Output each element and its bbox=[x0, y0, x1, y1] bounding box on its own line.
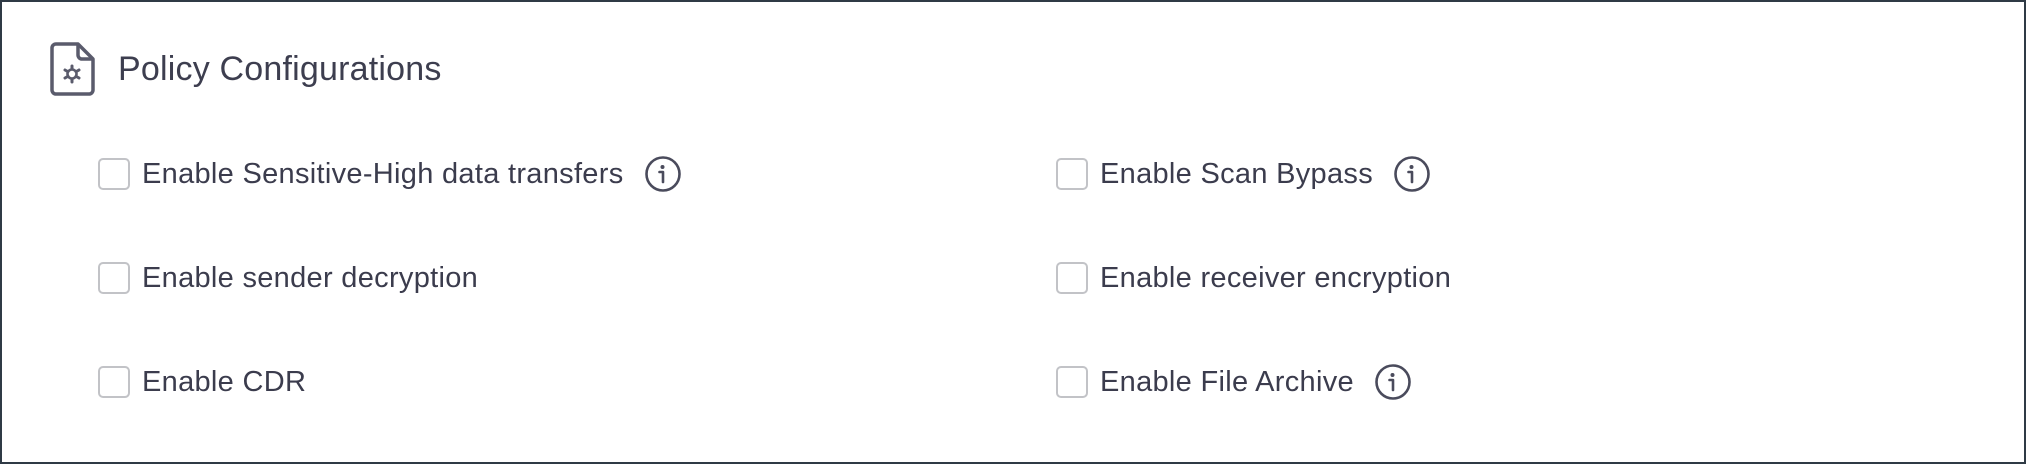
option-scan-bypass: Enable Scan Bypass bbox=[1056, 154, 1431, 194]
cdr-label[interactable]: Enable CDR bbox=[142, 366, 306, 399]
info-icon[interactable] bbox=[1393, 155, 1431, 193]
policy-configurations-panel: Policy Configurations Enable Sensitive-H… bbox=[0, 0, 2026, 464]
file-archive-label[interactable]: Enable File Archive bbox=[1100, 366, 1354, 399]
info-icon[interactable] bbox=[1374, 363, 1412, 401]
option-sensitive-high-transfers: Enable Sensitive-High data transfers bbox=[98, 154, 682, 194]
option-sender-decryption: Enable sender decryption bbox=[98, 258, 478, 298]
page-title: Policy Configurations bbox=[118, 49, 442, 88]
cdr-checkbox[interactable] bbox=[98, 366, 130, 398]
sender-decryption-checkbox[interactable] bbox=[98, 262, 130, 294]
receiver-encryption-label[interactable]: Enable receiver encryption bbox=[1100, 262, 1451, 295]
scan-bypass-checkbox[interactable] bbox=[1056, 158, 1088, 190]
file-archive-checkbox[interactable] bbox=[1056, 366, 1088, 398]
scan-bypass-label[interactable]: Enable Scan Bypass bbox=[1100, 158, 1373, 191]
sensitive-high-checkbox[interactable] bbox=[98, 158, 130, 190]
option-file-archive: Enable File Archive bbox=[1056, 362, 1412, 402]
section-header: Policy Configurations bbox=[48, 40, 442, 98]
sender-decryption-label[interactable]: Enable sender decryption bbox=[142, 262, 478, 295]
info-icon[interactable] bbox=[644, 155, 682, 193]
receiver-encryption-checkbox[interactable] bbox=[1056, 262, 1088, 294]
option-receiver-encryption: Enable receiver encryption bbox=[1056, 258, 1451, 298]
option-cdr: Enable CDR bbox=[98, 362, 306, 402]
sensitive-high-label[interactable]: Enable Sensitive-High data transfers bbox=[142, 158, 624, 191]
file-settings-icon bbox=[50, 42, 95, 96]
